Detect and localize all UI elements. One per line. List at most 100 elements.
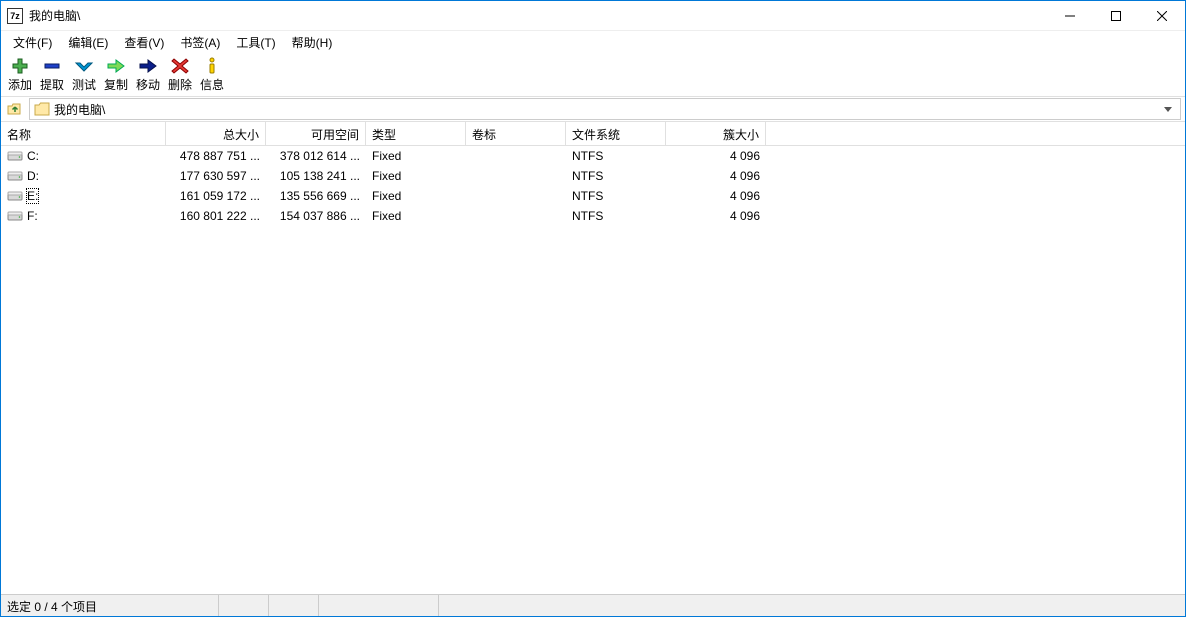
status-panel-4 xyxy=(319,595,439,616)
up-folder-icon xyxy=(7,101,23,117)
cell-volume xyxy=(466,155,566,157)
minimize-icon xyxy=(1065,11,1075,21)
close-icon xyxy=(1157,11,1167,21)
drive-row[interactable]: E: 161 059 172 ...135 556 669 ...Fixed NTF… xyxy=(1,186,1185,206)
window-controls xyxy=(1047,1,1185,31)
drive-row[interactable]: D: 177 630 597 ...105 138 241 ...Fixed NTF… xyxy=(1,166,1185,186)
statusbar: 选定 0 / 4 个项目 xyxy=(1,594,1185,616)
delete-button[interactable]: 删除 xyxy=(165,55,195,94)
cell-total: 161 059 172 ... xyxy=(166,188,266,204)
move-label: 移动 xyxy=(136,76,160,93)
minus-icon xyxy=(41,57,63,75)
cell-fs: NTFS xyxy=(566,168,666,184)
drive-row[interactable]: C: 478 887 751 ...378 012 614 ...Fixed NTF… xyxy=(1,146,1185,166)
column-header-name[interactable]: 名称 xyxy=(1,122,166,145)
file-list-header: 名称总大小可用空间类型卷标文件系统簇大小 xyxy=(1,122,1185,146)
drive-row[interactable]: F: 160 801 222 ...154 037 886 ...Fixed NTF… xyxy=(1,206,1185,226)
column-header-total[interactable]: 总大小 xyxy=(166,122,266,145)
cell-type: Fixed xyxy=(366,168,466,184)
cell-free: 135 556 669 ... xyxy=(266,188,366,204)
column-header-fs[interactable]: 文件系统 xyxy=(566,122,666,145)
drive-icon xyxy=(7,150,23,162)
cell-type: Fixed xyxy=(366,208,466,224)
drive-name-text: D: xyxy=(27,169,39,183)
maximize-icon xyxy=(1111,11,1121,21)
app-icon: 7z xyxy=(7,8,23,24)
status-panel-3 xyxy=(269,595,319,616)
cell-free: 105 138 241 ... xyxy=(266,168,366,184)
cell-volume xyxy=(466,195,566,197)
delete-label: 删除 xyxy=(168,76,192,93)
test-label: 测试 xyxy=(72,76,96,93)
up-button[interactable] xyxy=(5,99,25,119)
dropdown-icon[interactable] xyxy=(1160,100,1176,118)
drive-name-cell: F: xyxy=(1,208,166,224)
column-header-cluster[interactable]: 簇大小 xyxy=(666,122,766,145)
cell-total: 177 630 597 ... xyxy=(166,168,266,184)
address-path: 我的电脑\ xyxy=(54,101,1160,118)
cell-volume xyxy=(466,175,566,177)
cell-total: 478 887 751 ... xyxy=(166,148,266,164)
cell-cluster: 4 096 xyxy=(666,208,766,224)
info-button[interactable]: 信息 xyxy=(197,55,227,94)
add-label: 添加 xyxy=(8,76,32,93)
cell-free: 378 012 614 ... xyxy=(266,148,366,164)
menu-item-0[interactable]: 文件(F) xyxy=(5,32,60,53)
cell-fs: NTFS xyxy=(566,188,666,204)
drive-name-text: E: xyxy=(27,189,38,203)
address-combo[interactable]: 我的电脑\ xyxy=(29,98,1181,120)
arrow-right-outline-icon xyxy=(105,57,127,75)
status-text: 选定 0 / 4 个项目 xyxy=(1,595,219,616)
maximize-button[interactable] xyxy=(1093,1,1139,31)
cross-icon xyxy=(169,57,191,75)
info-label: 信息 xyxy=(200,76,224,93)
drive-name-text: F: xyxy=(27,209,38,223)
menu-item-4[interactable]: 工具(T) xyxy=(228,32,283,53)
toolbar: 添加提取测试复制移动删除信息 xyxy=(1,53,1185,96)
cell-total: 160 801 222 ... xyxy=(166,208,266,224)
titlebar: 7z 我的电脑\ xyxy=(1,1,1185,31)
menu-item-1[interactable]: 编辑(E) xyxy=(60,32,116,53)
cell-type: Fixed xyxy=(366,188,466,204)
arrow-right-solid-icon xyxy=(137,57,159,75)
extract-label: 提取 xyxy=(40,76,64,93)
column-header-free[interactable]: 可用空间 xyxy=(266,122,366,145)
column-header-type[interactable]: 类型 xyxy=(366,122,466,145)
file-list[interactable]: 名称总大小可用空间类型卷标文件系统簇大小 C: 478 887 751 ...37… xyxy=(1,122,1185,594)
cell-fs: NTFS xyxy=(566,208,666,224)
close-button[interactable] xyxy=(1139,1,1185,31)
cell-type: Fixed xyxy=(366,148,466,164)
cell-cluster: 4 096 xyxy=(666,168,766,184)
column-header-volume[interactable]: 卷标 xyxy=(466,122,566,145)
cell-cluster: 4 096 xyxy=(666,188,766,204)
cell-free: 154 037 886 ... xyxy=(266,208,366,224)
addressbar: 我的电脑\ xyxy=(1,96,1185,122)
info-icon xyxy=(201,57,223,75)
drive-name-cell: D: xyxy=(1,168,166,184)
cell-volume xyxy=(466,215,566,217)
drive-name-text: C: xyxy=(27,149,39,163)
drive-icon xyxy=(7,210,23,222)
window-title: 我的电脑\ xyxy=(29,7,80,24)
cell-cluster: 4 096 xyxy=(666,148,766,164)
drive-name-cell: E: xyxy=(1,188,166,204)
add-button[interactable]: 添加 xyxy=(5,55,35,94)
copy-button[interactable]: 复制 xyxy=(101,55,131,94)
menu-item-3[interactable]: 书签(A) xyxy=(172,32,228,53)
menu-item-5[interactable]: 帮助(H) xyxy=(284,32,341,53)
test-button[interactable]: 测试 xyxy=(69,55,99,94)
move-button[interactable]: 移动 xyxy=(133,55,163,94)
extract-button[interactable]: 提取 xyxy=(37,55,67,94)
cell-fs: NTFS xyxy=(566,148,666,164)
minimize-button[interactable] xyxy=(1047,1,1093,31)
folder-icon xyxy=(34,102,50,116)
copy-label: 复制 xyxy=(104,76,128,93)
drive-icon xyxy=(7,190,23,202)
menubar: 文件(F)编辑(E)查看(V)书签(A)工具(T)帮助(H) xyxy=(1,31,1185,53)
status-panel-2 xyxy=(219,595,269,616)
plus-icon xyxy=(9,57,31,75)
check-icon xyxy=(73,57,95,75)
drive-icon xyxy=(7,170,23,182)
drive-name-cell: C: xyxy=(1,148,166,164)
menu-item-2[interactable]: 查看(V) xyxy=(116,32,172,53)
